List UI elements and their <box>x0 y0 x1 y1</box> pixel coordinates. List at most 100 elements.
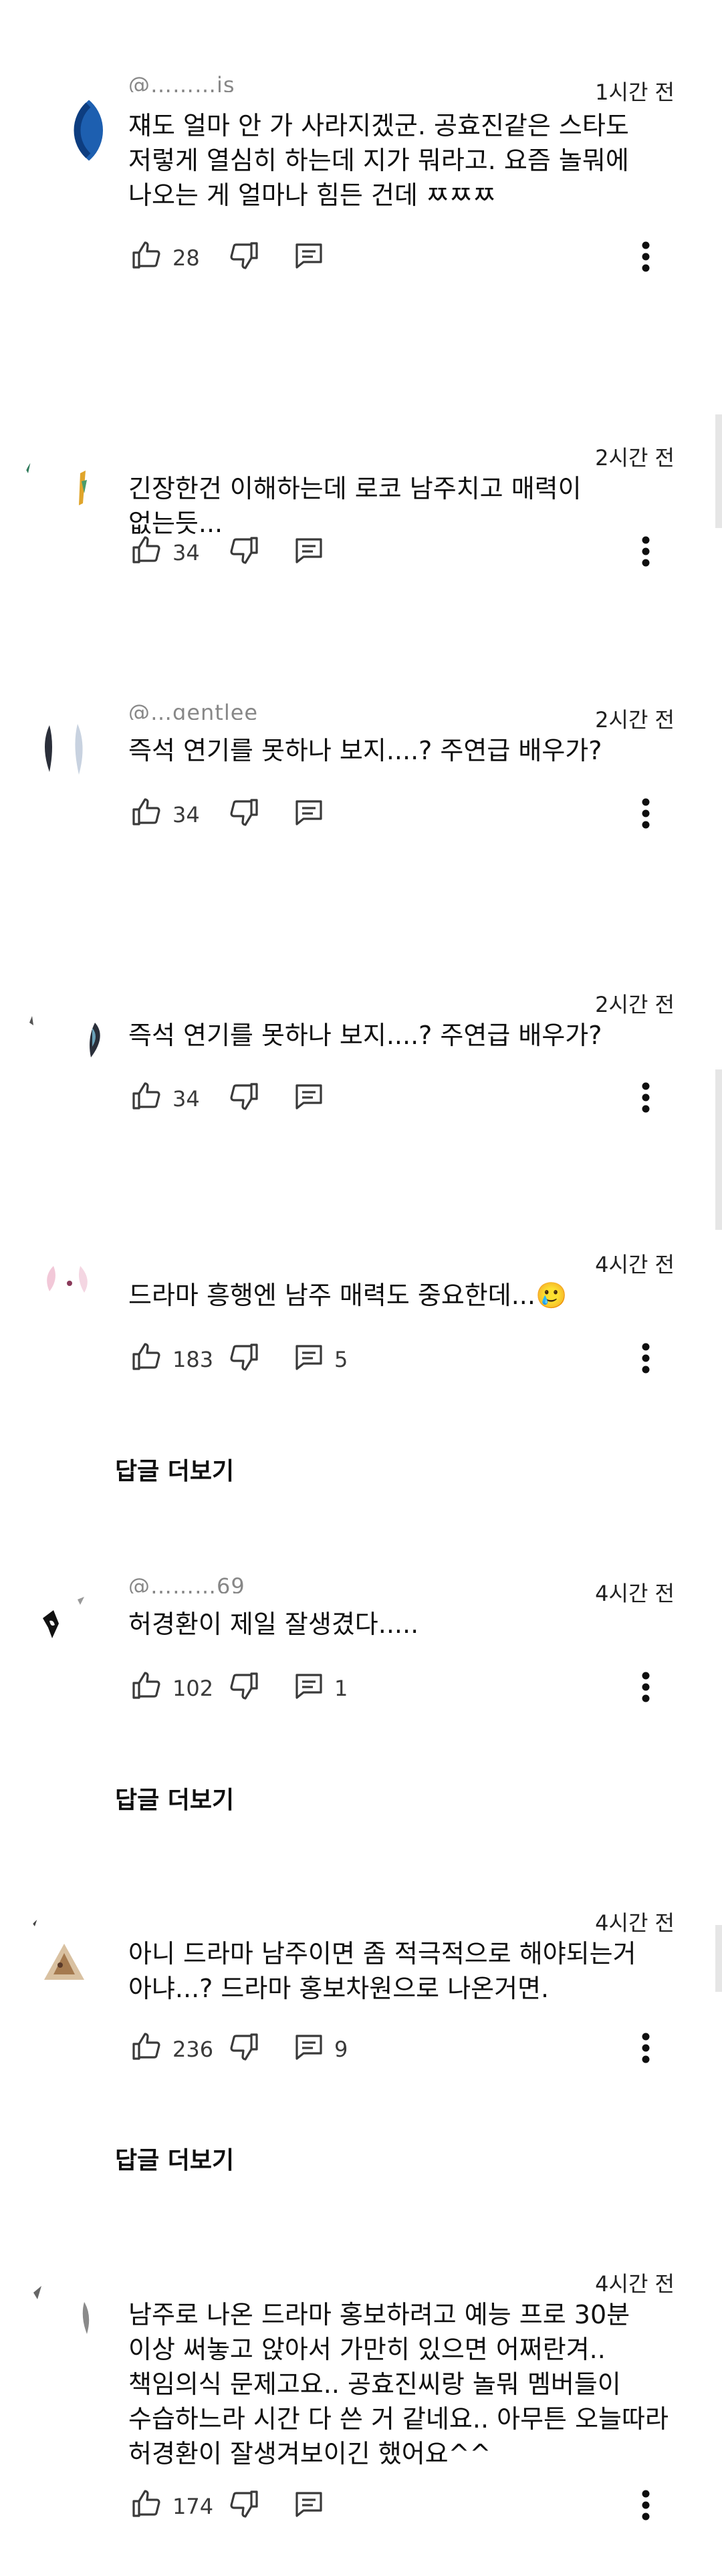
more-replies-link[interactable]: 답글 더보기 <box>115 1781 234 1815</box>
comment-actions: 236 9 <box>128 2029 697 2069</box>
thumb-down-icon <box>227 1670 259 1707</box>
comment-text: 쟤도 얼마 안 가 사라지겠군. 공효진같은 스타도 저렇게 열심히 하는데 지… <box>128 111 637 210</box>
like-button[interactable]: 236 <box>131 2029 213 2069</box>
comment-text: 남주로 나온 드라마 홍보하려고 예능 프로 30분 이상 써놓고 앉아서 가만… <box>128 2300 677 2468</box>
more-options-button[interactable] <box>632 795 659 835</box>
reply-button[interactable] <box>293 238 334 278</box>
comment-author-handle[interactable]: @………js <box>128 72 316 92</box>
reply-button[interactable] <box>293 795 334 835</box>
reply-button[interactable]: 9 <box>293 2029 348 2069</box>
more-vertical-icon <box>641 1670 650 1706</box>
more-vertical-icon <box>641 535 650 571</box>
more-options-button[interactable] <box>632 1668 659 1708</box>
reply-button[interactable] <box>293 2486 334 2527</box>
more-replies-link[interactable]: 답글 더보기 <box>115 2141 234 2176</box>
dislike-button[interactable] <box>227 238 259 278</box>
comment-actions: 34 <box>128 1079 697 1119</box>
like-count: 34 <box>172 540 200 565</box>
comment-icon <box>293 796 325 833</box>
reply-count: 5 <box>334 1347 348 1372</box>
like-count: 34 <box>172 802 200 827</box>
comment-timestamp: 4시간 전 <box>595 1910 675 1936</box>
comment-icon <box>293 1080 325 1118</box>
comment-author-handle[interactable] <box>128 1903 316 1923</box>
dislike-button[interactable] <box>227 1079 259 1119</box>
scroll-edge-mark <box>715 1925 722 1992</box>
comment-actions: 34 <box>128 533 697 573</box>
comment-author-handle[interactable]: @………69 <box>128 1573 316 1593</box>
like-count: 236 <box>172 2037 214 2062</box>
like-count: 174 <box>172 2494 214 2519</box>
comment-icon <box>293 2031 325 2068</box>
more-options-button[interactable] <box>632 1339 659 1380</box>
thumb-up-icon <box>131 796 163 833</box>
more-options-button[interactable] <box>632 1079 659 1119</box>
avatar[interactable] <box>23 1250 103 1330</box>
thumb-down-icon <box>227 2488 259 2525</box>
comment-icon <box>293 534 325 571</box>
thumb-up-icon <box>131 534 163 571</box>
comment-actions: 183 5 <box>128 1339 697 1380</box>
more-vertical-icon <box>641 240 650 276</box>
comment-actions: 34 <box>128 795 697 835</box>
comment-text: 즉석 연기를 못하나 보지....? 주연급 배우가? <box>128 736 602 765</box>
dislike-button[interactable] <box>227 795 259 835</box>
scroll-edge-mark <box>715 1150 722 1230</box>
reply-button[interactable]: 5 <box>293 1339 348 1380</box>
avatar[interactable] <box>23 1581 103 1661</box>
reply-button[interactable] <box>293 533 334 573</box>
more-vertical-icon <box>641 1081 650 1117</box>
comment-author-handle[interactable] <box>128 1245 316 1265</box>
avatar[interactable] <box>23 1910 103 1990</box>
comment-author-handle[interactable] <box>128 985 316 1005</box>
avatar[interactable] <box>23 996 103 1076</box>
comment-author-handle[interactable] <box>128 438 316 458</box>
dislike-button[interactable] <box>227 533 259 573</box>
comment-author-handle[interactable] <box>128 2264 316 2284</box>
like-count: 28 <box>172 245 200 271</box>
comments-feed: @………js 1시간 전쟤도 얼마 안 가 사라지겠군. 공효진같은 스타도 저렇… <box>0 0 722 2576</box>
thumb-up-icon <box>131 1341 163 1378</box>
reply-button[interactable]: 1 <box>293 1668 348 1708</box>
avatar[interactable] <box>23 446 103 527</box>
comment-timestamp: 1시간 전 <box>595 80 675 105</box>
more-replies-link[interactable]: 답글 더보기 <box>115 1452 234 1487</box>
comment-icon <box>293 1670 325 1707</box>
thumb-up-icon <box>131 2488 163 2525</box>
like-button[interactable]: 28 <box>131 238 200 278</box>
more-vertical-icon <box>641 2488 650 2525</box>
thumb-down-icon <box>227 534 259 571</box>
comment-timestamp: 4시간 전 <box>595 2271 675 2297</box>
like-button[interactable]: 34 <box>131 533 200 573</box>
like-button[interactable]: 174 <box>131 2486 213 2527</box>
dislike-button[interactable] <box>227 1668 259 1708</box>
more-vertical-icon <box>641 797 650 833</box>
more-options-button[interactable] <box>632 2486 659 2527</box>
more-vertical-icon <box>641 1341 650 1378</box>
like-button[interactable]: 183 <box>131 1339 213 1380</box>
comment-timestamp: 2시간 전 <box>595 707 675 733</box>
comment-timestamp: 4시간 전 <box>595 1252 675 1277</box>
comment-icon <box>293 239 325 277</box>
thumb-up-icon <box>131 1670 163 1707</box>
thumb-up-icon <box>131 2031 163 2068</box>
thumb-up-icon <box>131 1080 163 1118</box>
dislike-button[interactable] <box>227 2029 259 2069</box>
avatar[interactable] <box>23 2273 103 2353</box>
dislike-button[interactable] <box>227 1339 259 1380</box>
like-button[interactable]: 102 <box>131 1668 213 1708</box>
dislike-button[interactable] <box>227 2486 259 2527</box>
more-options-button[interactable] <box>632 533 659 573</box>
like-button[interactable]: 34 <box>131 795 200 835</box>
avatar[interactable] <box>23 705 103 785</box>
more-options-button[interactable] <box>632 2029 659 2069</box>
comment-text: 긴장한건 이해하는데 로코 남주치고 매력이 없는듯... <box>128 474 590 538</box>
thumb-down-icon <box>227 1341 259 1378</box>
avatar[interactable] <box>23 90 103 170</box>
more-options-button[interactable] <box>632 238 659 278</box>
like-count: 102 <box>172 1676 214 1701</box>
like-button[interactable]: 34 <box>131 1079 200 1119</box>
reply-button[interactable] <box>293 1079 334 1119</box>
comment-author-handle[interactable]: @…gentlee <box>128 700 316 720</box>
scroll-edge-mark <box>715 414 722 528</box>
